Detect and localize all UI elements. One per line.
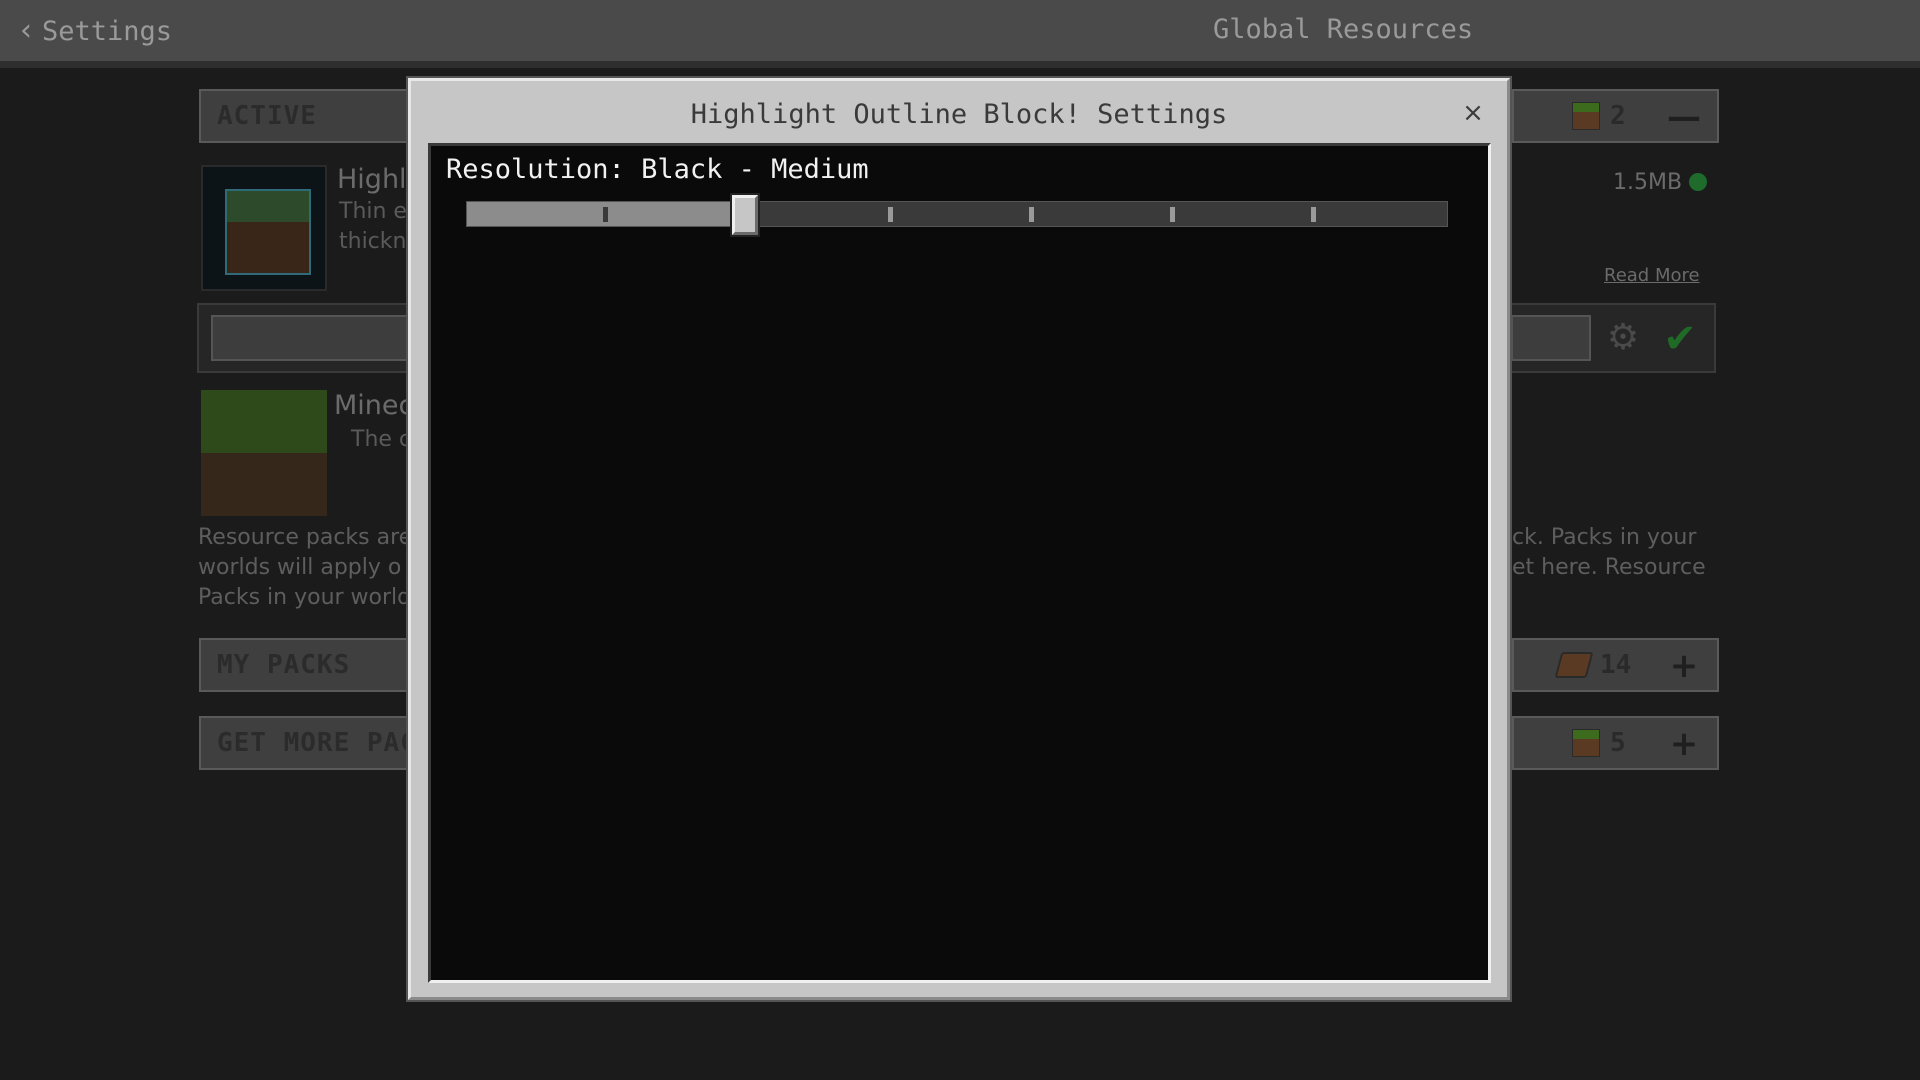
expand-button[interactable]: +	[1666, 646, 1702, 686]
slider-tick	[888, 207, 893, 222]
slider-tick	[603, 207, 608, 222]
gear-icon: ⚙	[1606, 317, 1640, 358]
my-packs-header-label: MY PACKS	[217, 650, 351, 680]
get-more-count-bar: 5 +	[1512, 716, 1719, 770]
pack-description: Thin e	[339, 199, 407, 224]
status-dot-icon	[1689, 173, 1707, 191]
dialog-content: Resolution: Black - Medium	[428, 143, 1491, 983]
pack-title: Minec	[334, 390, 414, 421]
grass-block-icon	[1572, 102, 1600, 130]
chevron-left-icon: ‹	[20, 13, 32, 48]
info-text-line: et here. Resource	[1512, 555, 1706, 580]
info-text-line: worlds will apply o	[198, 555, 402, 580]
pack-settings-button[interactable]: ⚙	[1603, 318, 1643, 358]
top-bar: ‹ Settings Global Resources	[0, 0, 1920, 68]
pack-description: The c	[351, 427, 412, 452]
cube-icon	[225, 189, 311, 275]
info-text-line: ck. Packs in your	[1512, 525, 1697, 550]
slider-tick	[1311, 207, 1316, 222]
plus-icon: +	[1669, 646, 1699, 686]
slider-tick	[1029, 207, 1034, 222]
pack-enabled-toggle[interactable]: ✔	[1654, 313, 1706, 365]
pack-description: thickn	[339, 229, 407, 254]
my-packs-count-bar: 14 +	[1512, 638, 1719, 692]
get-more-count: 5	[1610, 728, 1626, 758]
pack-title: Highl	[337, 164, 407, 195]
read-more-link[interactable]: Read More	[1604, 265, 1700, 286]
grass-block-icon	[1572, 729, 1600, 757]
info-text-line: Packs in your world	[198, 585, 412, 610]
pack-option-field[interactable]	[1511, 315, 1591, 361]
minus-icon: —	[1667, 97, 1701, 137]
close-button[interactable]: ×	[1457, 97, 1489, 129]
active-count-bar: 2 —	[1512, 89, 1719, 143]
back-label: Settings	[42, 15, 173, 47]
resolution-slider[interactable]	[466, 195, 1448, 235]
active-count: 2	[1610, 101, 1626, 131]
resolution-setting-label: Resolution: Black - Medium	[446, 154, 869, 185]
close-icon: ×	[1462, 98, 1484, 128]
slider-knob[interactable]	[732, 195, 758, 235]
slider-tick	[1170, 207, 1175, 222]
pack-option-field[interactable]	[211, 315, 411, 361]
active-header-label: ACTIVE	[217, 101, 317, 131]
back-button[interactable]: ‹ Settings	[20, 14, 172, 48]
info-text-line: Resource packs are	[198, 525, 413, 550]
pack-settings-dialog: Highlight Outline Block! Settings × Reso…	[408, 78, 1510, 1000]
pack-size: 1.5MB	[1613, 170, 1683, 195]
active-section-header[interactable]: ACTIVE	[199, 89, 419, 143]
dialog-title: Highlight Outline Block! Settings	[690, 99, 1228, 130]
collapse-button[interactable]: —	[1666, 97, 1702, 137]
pack-thumbnail-minecraft[interactable]	[201, 390, 327, 516]
page-title: Global Resources	[1213, 14, 1474, 45]
pack-thumbnail-highlight[interactable]	[201, 165, 327, 291]
plus-icon: +	[1669, 724, 1699, 764]
get-more-packs-section-header[interactable]: GET MORE PAC	[199, 716, 419, 770]
my-packs-section-header[interactable]: MY PACKS	[199, 638, 419, 692]
my-packs-count: 14	[1600, 650, 1632, 680]
checkmark-icon: ✔	[1663, 316, 1697, 362]
book-icon	[1554, 652, 1594, 678]
expand-button[interactable]: +	[1666, 724, 1702, 764]
get-more-header-label: GET MORE PAC	[217, 728, 417, 758]
